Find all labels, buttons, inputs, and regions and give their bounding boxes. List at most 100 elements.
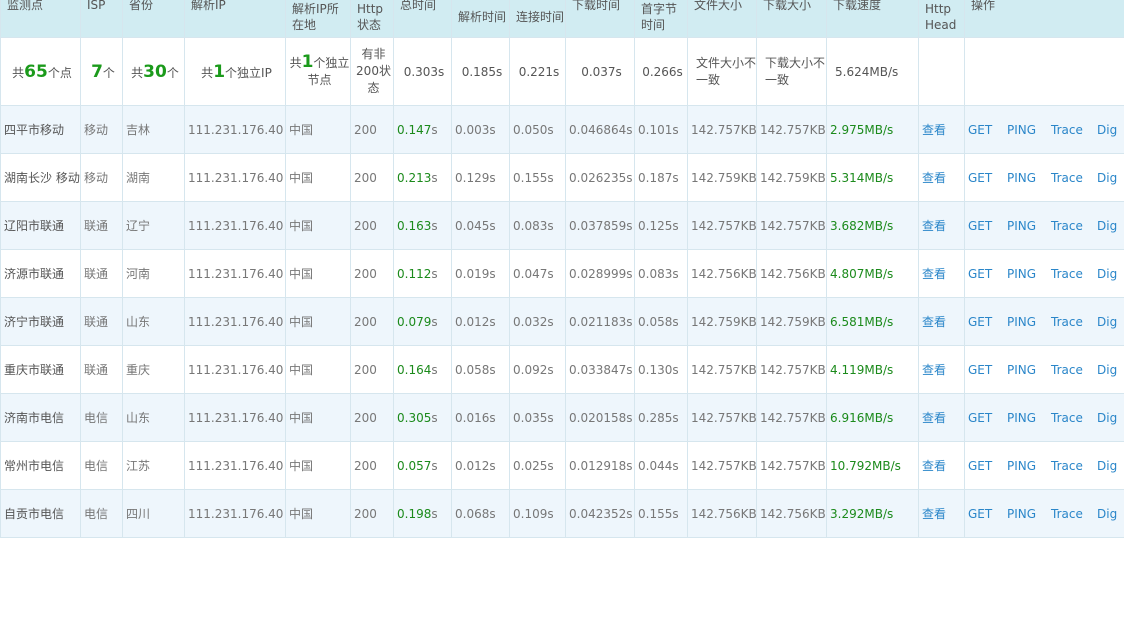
view-head-link[interactable]: 查看: [922, 267, 946, 281]
get-link[interactable]: GET: [968, 411, 1007, 425]
trace-link[interactable]: Trace: [1051, 459, 1097, 473]
cell-download-speed: 10.792MB/s: [826, 441, 919, 490]
cell-first-byte: 0.155s: [634, 489, 688, 538]
cell-province: 山东: [122, 297, 185, 346]
cell-location: 中国: [285, 153, 351, 202]
summary-actions: [964, 37, 1124, 106]
cell-download-time: 0.026235s: [565, 153, 635, 202]
ping-link[interactable]: PING: [1007, 507, 1051, 521]
cell-node: 常州市电信: [0, 441, 81, 490]
total-time-value: 0.305: [397, 410, 432, 425]
cell-total-time: 0.147s: [393, 105, 452, 154]
cell-actions: GET PING Trace Dig: [964, 201, 1124, 250]
ping-link[interactable]: PING: [1007, 171, 1051, 185]
ping-link[interactable]: PING: [1007, 459, 1051, 473]
header-http-head: Http Head: [918, 0, 965, 38]
view-head-link[interactable]: 查看: [922, 219, 946, 233]
dig-link[interactable]: Dig: [1097, 459, 1117, 473]
view-head-link[interactable]: 查看: [922, 315, 946, 329]
dig-link[interactable]: Dig: [1097, 363, 1117, 377]
trace-link[interactable]: Trace: [1051, 267, 1097, 281]
cell-http-status: 200: [350, 153, 394, 202]
ping-link[interactable]: PING: [1007, 363, 1051, 377]
cell-file-size: 142.756KB: [687, 249, 757, 298]
cell-location: 中国: [285, 345, 351, 394]
cell-ip: 111.231.176.40: [184, 345, 286, 394]
summary-status: 有非200状态: [350, 37, 394, 106]
cell-province: 辽宁: [122, 201, 185, 250]
cell-node: 济宁市联通: [0, 297, 81, 346]
get-link[interactable]: GET: [968, 363, 1007, 377]
cell-ip: 111.231.176.40: [184, 441, 286, 490]
cell-download-size: 142.757KB: [756, 345, 827, 394]
view-head-link[interactable]: 查看: [922, 459, 946, 473]
dig-link[interactable]: Dig: [1097, 267, 1117, 281]
get-link[interactable]: GET: [968, 459, 1007, 473]
cell-connect-time: 0.032s: [509, 297, 566, 346]
get-link[interactable]: GET: [968, 315, 1007, 329]
cell-file-size: 142.757KB: [687, 441, 757, 490]
cell-download-speed: 3.682MB/s: [826, 201, 919, 250]
dig-link[interactable]: Dig: [1097, 171, 1117, 185]
header-location: 解析IP所在地: [285, 0, 351, 38]
get-link[interactable]: GET: [968, 507, 1007, 521]
ping-link[interactable]: PING: [1007, 219, 1051, 233]
total-time-value: 0.163: [397, 218, 432, 233]
dig-link[interactable]: Dig: [1097, 411, 1117, 425]
trace-link[interactable]: Trace: [1051, 219, 1097, 233]
view-head-link[interactable]: 查看: [922, 171, 946, 185]
dig-link[interactable]: Dig: [1097, 219, 1117, 233]
cell-node: 湖南长沙 移动: [0, 153, 81, 202]
view-head-link[interactable]: 查看: [922, 363, 946, 377]
view-head-link[interactable]: 查看: [922, 507, 946, 521]
cell-connect-time: 0.155s: [509, 153, 566, 202]
trace-link[interactable]: Trace: [1051, 411, 1097, 425]
ping-link[interactable]: PING: [1007, 315, 1051, 329]
trace-link[interactable]: Trace: [1051, 363, 1097, 377]
header-download-speed: 下载速度: [826, 0, 919, 38]
trace-link[interactable]: Trace: [1051, 123, 1097, 137]
trace-link[interactable]: Trace: [1051, 171, 1097, 185]
get-link[interactable]: GET: [968, 219, 1007, 233]
cell-http-status: 200: [350, 441, 394, 490]
cell-province: 四川: [122, 489, 185, 538]
cell-download-speed: 4.807MB/s: [826, 249, 919, 298]
dig-link[interactable]: Dig: [1097, 507, 1117, 521]
cell-actions: GET PING Trace Dig: [964, 297, 1124, 346]
cell-download-size: 142.756KB: [756, 489, 827, 538]
cell-download-size: 142.757KB: [756, 441, 827, 490]
cell-actions: GET PING Trace Dig: [964, 345, 1124, 394]
trace-link[interactable]: Trace: [1051, 315, 1097, 329]
total-time-value: 0.147: [397, 122, 432, 137]
view-head-link[interactable]: 查看: [922, 411, 946, 425]
ping-link[interactable]: PING: [1007, 123, 1051, 137]
summary-total-time: 0.303s: [393, 37, 452, 106]
total-time-unit: s: [431, 170, 438, 185]
cell-download-speed: 4.119MB/s: [826, 345, 919, 394]
ping-link[interactable]: PING: [1007, 411, 1051, 425]
cell-ip: 111.231.176.40: [184, 153, 286, 202]
cell-dns-time: 0.012s: [451, 297, 510, 346]
total-time-unit: s: [431, 410, 438, 425]
dig-link[interactable]: Dig: [1097, 123, 1117, 137]
cell-node: 自贡市电信: [0, 489, 81, 538]
cell-actions: GET PING Trace Dig: [964, 249, 1124, 298]
view-head-link[interactable]: 查看: [922, 123, 946, 137]
get-link[interactable]: GET: [968, 267, 1007, 281]
header-file-size: 文件大小: [687, 0, 757, 38]
cell-ip: 111.231.176.40: [184, 249, 286, 298]
cell-http-head: 查看: [918, 105, 965, 154]
summary-download-size: 下载大小不一致: [756, 37, 827, 106]
dig-link[interactable]: Dig: [1097, 315, 1117, 329]
cell-total-time: 0.213s: [393, 153, 452, 202]
ping-link[interactable]: PING: [1007, 267, 1051, 281]
get-link[interactable]: GET: [968, 171, 1007, 185]
header-province: 省份: [122, 0, 185, 38]
trace-link[interactable]: Trace: [1051, 507, 1097, 521]
get-link[interactable]: GET: [968, 123, 1007, 137]
results-table: 监测点 ISP 省份 解析IP 解析IP所在地 Http状态 总时间 解析时间 …: [0, 0, 1124, 538]
cell-location: 中国: [285, 297, 351, 346]
cell-first-byte: 0.130s: [634, 345, 688, 394]
cell-location: 中国: [285, 105, 351, 154]
table-row: 四平市移动 移动 吉林 111.231.176.40 中国 200 0.147s 0.003s…: [0, 105, 1124, 154]
